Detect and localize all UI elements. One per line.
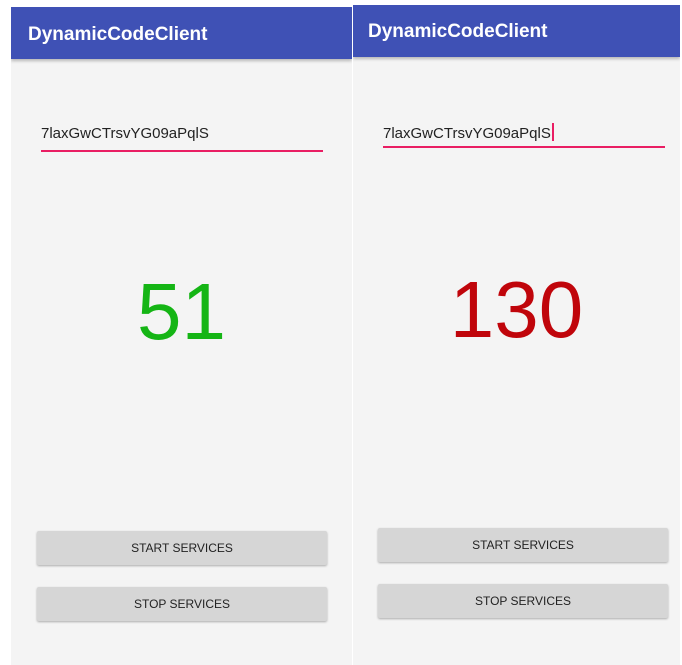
input-underline [383,146,665,148]
key-input-field[interactable]: 7laxGwCTrsvYG09aPqlS [41,125,323,152]
start-services-button[interactable]: START SERVICES [37,531,327,565]
stop-services-button[interactable]: STOP SERVICES [37,587,327,621]
key-input-value: 7laxGwCTrsvYG09aPqlS [41,125,209,142]
app-title: DynamicCodeClient [28,24,208,45]
counter-value: 130 [449,265,584,354]
phone-screen-right: DynamicCodeClient 7laxGwCTrsvYG09aPqlS 1… [353,5,680,665]
key-input-value: 7laxGwCTrsvYG09aPqlS [383,125,551,142]
app-bar: DynamicCodeClient [11,7,352,59]
input-underline [41,150,323,152]
phone-screen-left: DynamicCodeClient 7laxGwCTrsvYG09aPqlS 5… [11,7,352,665]
key-input-field[interactable]: 7laxGwCTrsvYG09aPqlS [383,123,665,148]
text-cursor [551,123,554,141]
start-services-button[interactable]: START SERVICES [378,528,668,562]
app-title: DynamicCodeClient [368,21,548,42]
stop-services-button[interactable]: STOP SERVICES [378,584,668,618]
counter-value: 51 [137,267,226,356]
app-bar: DynamicCodeClient [353,5,680,57]
